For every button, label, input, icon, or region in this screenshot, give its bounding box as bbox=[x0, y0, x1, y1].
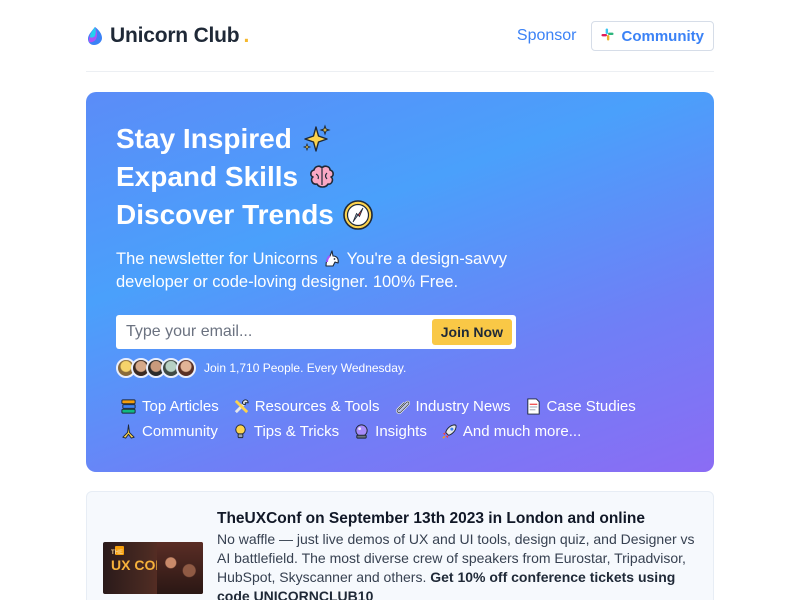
hero-headline: Stay Inspired Expand Skills Discover Tre… bbox=[116, 120, 374, 234]
subscriber-count-text: Join 1,710 People. Every Wednesday. bbox=[204, 361, 407, 375]
thumbnail-photo bbox=[157, 542, 203, 594]
tools-icon bbox=[234, 399, 249, 414]
topic-item: Tips & Tricks bbox=[232, 419, 339, 444]
headline-text: Stay Inspired bbox=[116, 123, 292, 154]
header-nav: Sponsor Community bbox=[517, 21, 714, 51]
subtext-part: The newsletter for Unicorns bbox=[116, 250, 318, 268]
compass-icon bbox=[342, 199, 374, 231]
document-icon bbox=[526, 398, 540, 415]
hero-subtext: The newsletter for Unicorns You're a des… bbox=[116, 248, 556, 294]
unicorn-club-logo-icon bbox=[86, 26, 104, 46]
join-now-button[interactable]: Join Now bbox=[431, 319, 512, 345]
topic-item: And much more... bbox=[441, 419, 581, 444]
topics-row: Community Tips & Tricks Insights And muc… bbox=[120, 419, 680, 444]
topics-list: Top Articles Resources & Tools Industry … bbox=[120, 394, 680, 444]
rocket-icon bbox=[442, 424, 457, 439]
email-input[interactable] bbox=[126, 323, 432, 341]
brand-name: Unicorn Club bbox=[110, 24, 240, 47]
topic-label: And much more... bbox=[462, 423, 582, 440]
topic-item: Case Studies bbox=[525, 394, 636, 419]
topic-item: Industry News bbox=[394, 394, 511, 419]
slack-icon bbox=[600, 27, 614, 45]
newsletter-signup-form: Join Now bbox=[116, 315, 516, 349]
hero-banner: Stay Inspired Expand Skills Discover Tre… bbox=[86, 92, 714, 472]
topic-label: Top Articles bbox=[142, 398, 219, 415]
topic-label: Insights bbox=[375, 423, 427, 440]
topic-item: Insights bbox=[353, 419, 427, 444]
headline-row: Stay Inspired bbox=[116, 120, 374, 158]
community-button-label: Community bbox=[621, 27, 705, 45]
avatar-stack bbox=[116, 358, 196, 378]
sparkles-icon bbox=[300, 123, 332, 155]
community-button[interactable]: Community bbox=[590, 21, 714, 51]
brain-icon bbox=[306, 161, 338, 193]
topic-label: Case Studies bbox=[546, 398, 636, 415]
thumbnail-prefix: THE bbox=[111, 550, 123, 556]
crystal-ball-icon bbox=[355, 424, 368, 439]
headline-row: Discover Trends bbox=[116, 196, 374, 234]
topic-label: Community bbox=[142, 423, 218, 440]
topic-item: Top Articles bbox=[120, 394, 219, 419]
books-icon bbox=[121, 399, 136, 414]
sponsor-link[interactable]: Sponsor bbox=[517, 27, 577, 45]
unicorn-icon bbox=[322, 249, 342, 267]
topic-item: Resources & Tools bbox=[233, 394, 380, 419]
topic-label: Industry News bbox=[415, 398, 511, 415]
pray-hands-icon bbox=[122, 424, 135, 439]
brand[interactable]: Unicorn Club. bbox=[86, 24, 249, 48]
paperclip-icon bbox=[395, 400, 410, 414]
subscriber-proof: Join 1,710 People. Every Wednesday. bbox=[116, 358, 406, 378]
headline-text: Discover Trends bbox=[116, 199, 334, 230]
article-title[interactable]: TheUXConf on September 13th 2023 in Lond… bbox=[217, 510, 645, 528]
topic-item: Community bbox=[120, 419, 218, 444]
topic-label: Resources & Tools bbox=[254, 398, 380, 415]
lightbulb-icon bbox=[235, 424, 246, 439]
avatar bbox=[176, 358, 196, 378]
article-body: No waffle — just live demos of UX and UI… bbox=[217, 530, 702, 600]
headline-text: Expand Skills bbox=[116, 161, 299, 192]
article-thumbnail[interactable]: THE UX CONF bbox=[103, 542, 203, 594]
article-card[interactable]: THE UX CONF TheUXConf on September 13th … bbox=[86, 491, 714, 600]
topics-row: Top Articles Resources & Tools Industry … bbox=[120, 394, 680, 419]
brand-dot: . bbox=[243, 24, 250, 47]
headline-row: Expand Skills bbox=[116, 158, 374, 196]
topic-label: Tips & Tricks bbox=[253, 423, 340, 440]
site-header: Unicorn Club. Sponsor Community bbox=[86, 20, 714, 52]
header-divider bbox=[86, 71, 714, 72]
